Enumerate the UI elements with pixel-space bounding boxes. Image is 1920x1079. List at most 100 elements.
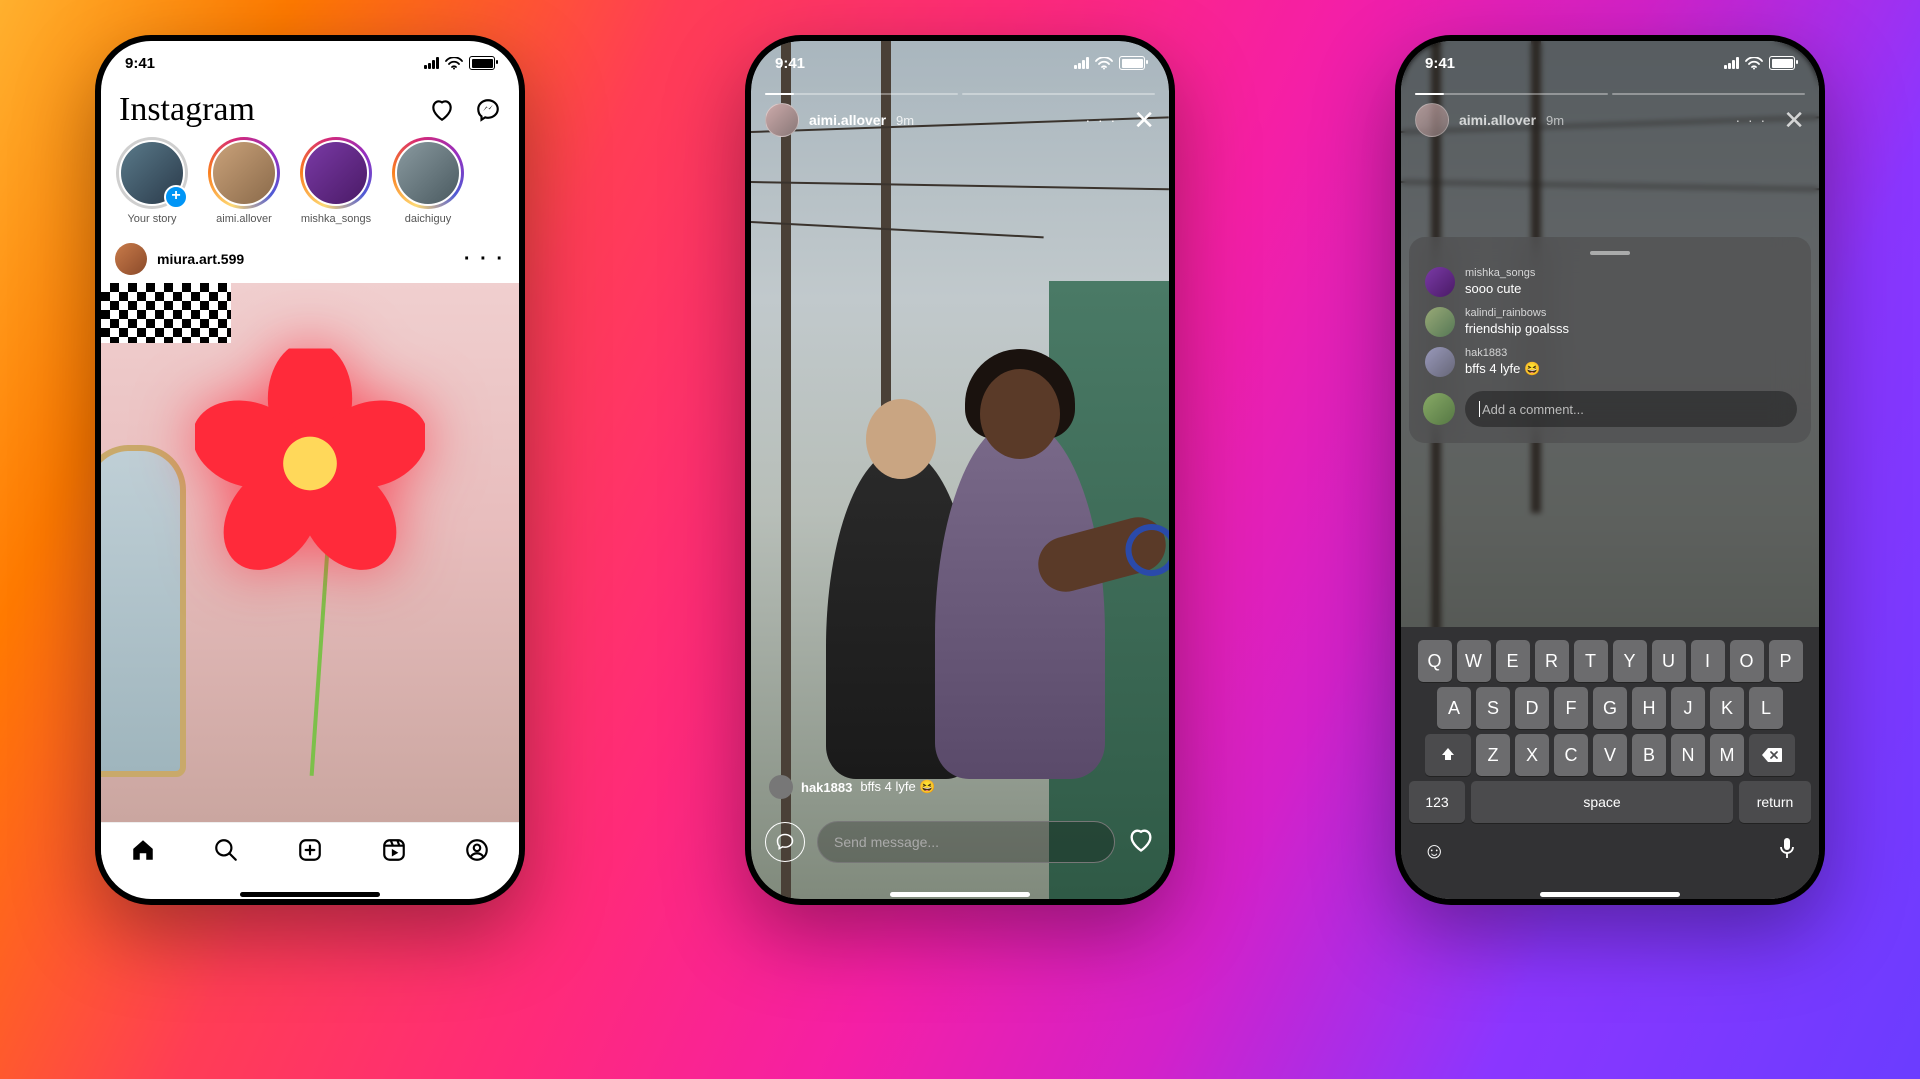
key-j[interactable]: J [1671,687,1705,729]
key-z[interactable]: Z [1476,734,1510,776]
tab-reels-icon[interactable] [381,837,407,868]
wifi-icon [1745,57,1763,70]
story-more-icon[interactable]: · · · [1735,112,1767,128]
story-author-username[interactable]: aimi.allover [1459,112,1536,128]
close-icon[interactable]: ✕ [1783,107,1805,133]
key-e[interactable]: E [1496,640,1530,682]
post-image[interactable] [101,283,519,822]
comment-username: mishka_songs [1465,267,1535,279]
home-indicator[interactable] [1540,892,1680,897]
tab-search-icon[interactable] [213,837,239,868]
comment-input[interactable]: Add a comment... [1465,391,1797,427]
story-author-avatar[interactable] [1415,103,1449,137]
comment-item[interactable]: mishka_songssooo cute [1425,267,1795,297]
story-like-icon[interactable] [1127,826,1155,859]
key-a[interactable]: A [1437,687,1471,729]
key-o[interactable]: O [1730,640,1764,682]
reaction-text: bffs 4 lyfe 😆 [860,779,935,795]
home-indicator[interactable] [240,892,380,897]
comment-item[interactable]: hak1883bffs 4 lyfe 😆 [1425,347,1795,377]
key-d[interactable]: D [1515,687,1549,729]
stories-tray[interactable]: Your storyaimi.allovermishka_songsdaichi… [101,131,519,235]
key-y[interactable]: Y [1613,640,1647,682]
key-backspace[interactable] [1749,734,1795,776]
key-f[interactable]: F [1554,687,1588,729]
comment-username: kalindi_rainbows [1465,307,1569,319]
story-author-username[interactable]: aimi.allover [809,112,886,128]
key-p[interactable]: P [1769,640,1803,682]
post-author-username[interactable]: miura.art.599 [157,251,244,267]
key-return[interactable]: return [1739,781,1811,823]
story-item[interactable]: aimi.allover [207,137,281,225]
battery-icon [1769,56,1795,70]
story-label: daichiguy [391,213,465,225]
status-icons [1074,56,1145,70]
story-reply-input[interactable]: Send message... [817,821,1115,863]
story-more-icon[interactable]: · · · [1085,112,1117,128]
status-icons [424,56,495,70]
key-123[interactable]: 123 [1409,781,1465,823]
messenger-icon[interactable] [475,97,501,123]
key-q[interactable]: Q [1418,640,1452,682]
sheet-grabber[interactable] [1590,251,1630,255]
post-author-avatar[interactable] [115,243,147,275]
tab-profile-icon[interactable] [464,837,490,868]
comment-avatar [1425,267,1455,297]
key-m[interactable]: M [1710,734,1744,776]
comment-avatar [1425,347,1455,377]
emoji-keyboard-icon[interactable]: ☺ [1423,838,1445,864]
phone-story-viewer: 9:41 aimi.allover 9m · · · ✕ ha [745,35,1175,905]
comments-sheet[interactable]: mishka_songssooo cute kalindi_rainbowsfri… [1409,237,1811,443]
key-n[interactable]: N [1671,734,1705,776]
home-indicator[interactable] [890,892,1030,897]
key-c[interactable]: C [1554,734,1588,776]
post-more-icon[interactable]: · · · [464,248,505,271]
key-t[interactable]: T [1574,640,1608,682]
story-item[interactable]: Your story [115,137,189,225]
tab-home-icon[interactable] [130,837,156,868]
tab-create-icon[interactable] [297,837,323,868]
key-space[interactable]: space [1471,781,1733,823]
key-g[interactable]: G [1593,687,1627,729]
close-icon[interactable]: ✕ [1133,107,1155,133]
key-w[interactable]: W [1457,640,1491,682]
story-item[interactable]: daichiguy [391,137,465,225]
reaction-avatar [769,775,793,799]
key-x[interactable]: X [1515,734,1549,776]
status-time: 9:41 [775,55,805,72]
key-u[interactable]: U [1652,640,1686,682]
flower-decor [195,349,425,584]
instagram-logo[interactable]: Instagram [119,91,255,129]
activity-heart-icon[interactable] [429,97,455,123]
key-r[interactable]: R [1535,640,1569,682]
key-s[interactable]: S [1476,687,1510,729]
key-i[interactable]: I [1691,640,1725,682]
cellular-icon [424,57,439,69]
comment-placeholder: Add a comment... [1482,402,1584,417]
cellular-icon [1724,57,1739,69]
story-reply-camera-icon[interactable] [765,822,805,862]
key-shift[interactable] [1425,734,1471,776]
story-media[interactable] [751,41,1169,899]
status-time: 9:41 [125,55,155,72]
status-icons [1724,56,1795,70]
post-header[interactable]: miura.art.599 · · · [101,235,519,283]
phone-feed: 9:41 Instagram Your stor [95,35,525,905]
key-v[interactable]: V [1593,734,1627,776]
key-l[interactable]: L [1749,687,1783,729]
key-k[interactable]: K [1710,687,1744,729]
cellular-icon [1074,57,1089,69]
dictation-icon[interactable] [1777,836,1797,865]
key-b[interactable]: B [1632,734,1666,776]
battery-icon [1119,56,1145,70]
comment-item[interactable]: kalindi_rainbowsfriendship goalsss [1425,307,1795,337]
wifi-icon [1095,57,1113,70]
key-h[interactable]: H [1632,687,1666,729]
phone-story-comments: 9:41 aimi.allover 9m · · · ✕ mi [1395,35,1825,905]
story-item[interactable]: mishka_songs [299,137,373,225]
story-recent-reaction[interactable]: hak1883 bffs 4 lyfe 😆 [769,775,936,799]
story-author-avatar[interactable] [765,103,799,137]
tab-bar [101,822,519,881]
reaction-username: hak1883 [801,780,852,795]
status-bar: 9:41 [101,41,519,85]
